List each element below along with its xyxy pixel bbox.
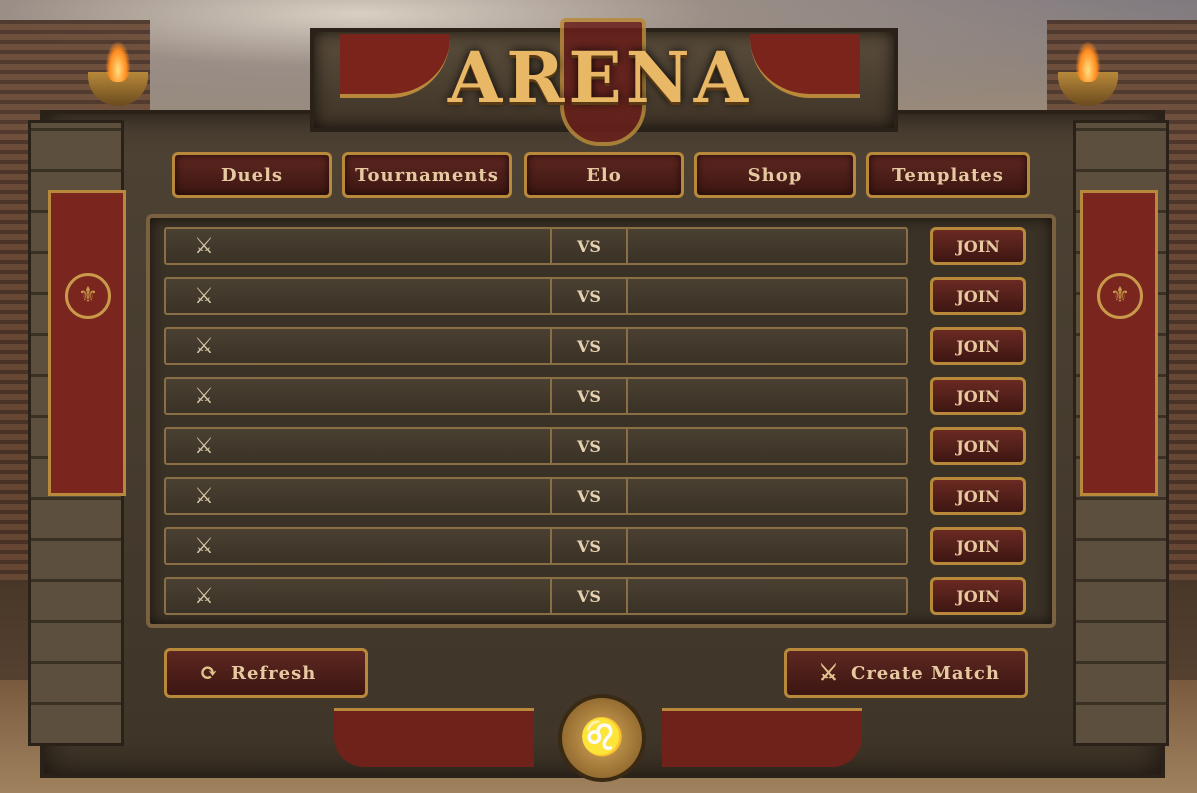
vs-label: VS xyxy=(550,477,628,515)
match-row[interactable]: ⚔ VS xyxy=(164,327,908,365)
tab-elo[interactable]: Elo xyxy=(524,152,684,198)
match-row[interactable]: ⚔ VS xyxy=(164,427,908,465)
match-row[interactable]: ⚔ VS xyxy=(164,227,908,265)
refresh-button[interactable]: ⟳ Refresh xyxy=(164,648,368,698)
vs-label: VS xyxy=(550,227,628,265)
match-row[interactable]: ⚔ VS xyxy=(164,277,908,315)
join-button[interactable]: JOIN xyxy=(930,577,1026,615)
crossed-swords-icon: ⚔ xyxy=(194,284,214,309)
crossed-swords-icon: ⚔ xyxy=(194,434,214,459)
refresh-icon: ⟳ xyxy=(199,660,219,686)
banner-right: ⚜ xyxy=(1080,190,1158,496)
vs-label: VS xyxy=(550,577,628,615)
tab-templates[interactable]: Templates xyxy=(866,152,1030,198)
crossed-swords-icon: ⚔ xyxy=(194,334,214,359)
match-row[interactable]: ⚔ VS xyxy=(164,377,908,415)
vs-label: VS xyxy=(550,427,628,465)
flame-icon xyxy=(106,42,130,82)
match-row[interactable]: ⚔ VS xyxy=(164,477,908,515)
helmet-laurel-icon: ⚜ xyxy=(65,273,111,319)
torch-left xyxy=(88,42,148,106)
lion-head-icon: ♌ xyxy=(558,694,646,782)
crossed-swords-icon: ⚔ xyxy=(194,484,214,509)
tab-duels[interactable]: Duels xyxy=(172,152,332,198)
drape-right xyxy=(662,708,862,767)
refresh-label: Refresh xyxy=(231,662,317,684)
tab-shop[interactable]: Shop xyxy=(694,152,856,198)
page-title: ARENA xyxy=(447,36,753,119)
vs-label: VS xyxy=(550,377,628,415)
match-row[interactable]: ⚔ VS xyxy=(164,527,908,565)
crossed-swords-icon: ⚔ xyxy=(194,534,214,559)
create-match-label: Create Match xyxy=(851,662,1000,684)
create-match-button[interactable]: ⚔ Create Match xyxy=(784,648,1028,698)
nav-tabs: Duels Tournaments Elo Shop Templates xyxy=(170,152,1030,200)
vs-label: VS xyxy=(550,277,628,315)
torch-right xyxy=(1058,42,1118,106)
crossed-swords-icon: ⚔ xyxy=(194,234,214,259)
join-button[interactable]: JOIN xyxy=(930,277,1026,315)
join-button[interactable]: JOIN xyxy=(930,427,1026,465)
join-button[interactable]: JOIN xyxy=(930,527,1026,565)
match-row[interactable]: ⚔ VS xyxy=(164,577,908,615)
vs-label: VS xyxy=(550,327,628,365)
crossed-swords-icon: ⚔ xyxy=(194,384,214,409)
banner-left: ⚜ xyxy=(48,190,126,496)
join-button[interactable]: JOIN xyxy=(930,377,1026,415)
drape-left xyxy=(334,708,534,767)
crossed-swords-icon: ⚔ xyxy=(194,584,214,609)
vs-label: VS xyxy=(550,527,628,565)
helmet-laurel-icon: ⚜ xyxy=(1097,273,1143,319)
tab-tournaments[interactable]: Tournaments xyxy=(342,152,512,198)
join-button[interactable]: JOIN xyxy=(930,227,1026,265)
flame-icon xyxy=(1076,42,1100,82)
crossed-swords-icon: ⚔ xyxy=(818,660,840,686)
join-button[interactable]: JOIN xyxy=(930,327,1026,365)
join-button[interactable]: JOIN xyxy=(930,477,1026,515)
